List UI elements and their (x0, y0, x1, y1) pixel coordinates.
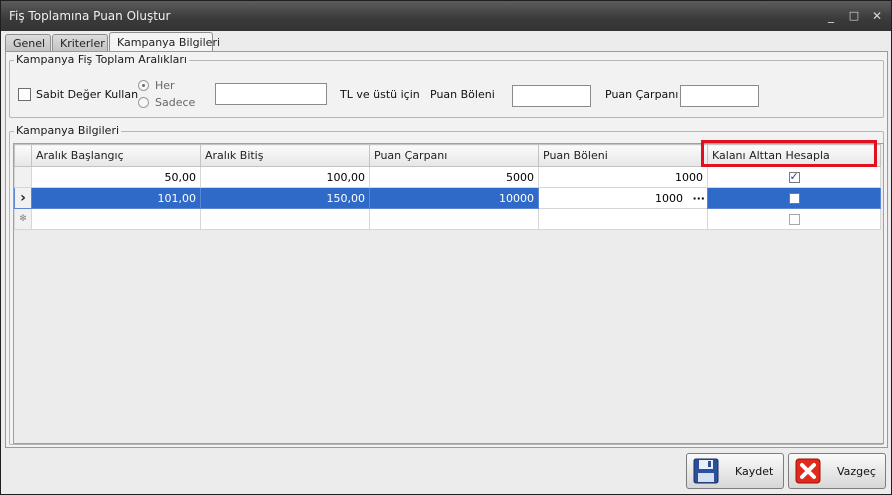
row-indicator-header (14, 144, 32, 167)
floppy-disk-icon (693, 458, 719, 484)
column-header-end[interactable]: Aralık Bitiş (200, 144, 370, 167)
cell-divisor-editing[interactable]: 1000 ··· (538, 187, 708, 209)
save-label: Kaydet (735, 465, 774, 478)
radio-every[interactable] (138, 80, 149, 91)
current-row-indicator[interactable]: › (14, 187, 32, 209)
cell-start[interactable] (31, 208, 201, 230)
cancel-x-icon (795, 458, 821, 484)
cell-multiplier[interactable]: 10000 (369, 187, 539, 209)
divisor-input[interactable] (512, 85, 591, 107)
round-down-checkbox[interactable] (788, 214, 800, 225)
title-bar[interactable]: Fiş Toplamına Puan Oluştur _ □ ✕ (1, 1, 891, 31)
cell-round-down[interactable] (707, 187, 881, 209)
close-icon[interactable]: ✕ (869, 8, 885, 24)
radio-every-label: Her (155, 79, 175, 92)
row-indicator[interactable] (14, 166, 32, 188)
cell-divisor[interactable] (538, 208, 708, 230)
table-row-new[interactable]: ✻ (14, 208, 881, 230)
radio-only[interactable] (138, 97, 149, 108)
new-row-indicator[interactable]: ✻ (14, 208, 32, 230)
ellipsis-button[interactable]: ··· (692, 192, 705, 205)
cell-start[interactable]: 101,00 (31, 187, 201, 209)
table-row[interactable]: 50,00 100,00 5000 1000 (14, 166, 881, 188)
column-header-divisor[interactable]: Puan Böleni (538, 144, 708, 167)
tab-panel: Kampanya Fiş Toplam Aralıkları Sabit Değ… (5, 51, 888, 448)
cell-end[interactable]: 100,00 (200, 166, 370, 188)
dialog-window: Fiş Toplamına Puan Oluştur _ □ ✕ Genel K… (0, 0, 892, 495)
column-header-multiplier[interactable]: Puan Çarpanı (369, 144, 539, 167)
window-title: Fiş Toplamına Puan Oluştur (9, 9, 171, 23)
amount-suffix-label: TL ve üstü için (340, 88, 420, 101)
cell-end[interactable]: 150,00 (200, 187, 370, 209)
multiplier-input[interactable] (680, 85, 759, 107)
cell-start[interactable]: 50,00 (31, 166, 201, 188)
cell-multiplier[interactable] (369, 208, 539, 230)
amount-input[interactable] (215, 83, 327, 105)
highlight-frame (701, 140, 877, 167)
cell-round-down[interactable] (707, 208, 881, 230)
cell-divisor[interactable]: 1000 (538, 166, 708, 188)
save-button[interactable]: Kaydet (686, 453, 784, 489)
fixed-value-label: Sabit Değer Kullan (36, 88, 139, 101)
tab-kampanya-bilgileri[interactable]: Kampanya Bilgileri (109, 32, 220, 53)
tab-genel[interactable]: Genel (5, 34, 51, 52)
cell-multiplier[interactable]: 5000 (369, 166, 539, 188)
tab-kriterler[interactable]: Kriterler (52, 34, 108, 52)
minimize-icon[interactable]: _ (823, 8, 839, 24)
cell-round-down[interactable] (707, 166, 881, 188)
footer-bar: Kaydet Vazgeç (5, 449, 888, 491)
ranges-groupbox: Kampanya Fiş Toplam Aralıkları Sabit Değ… (9, 53, 884, 118)
cell-divisor-value[interactable]: 1000 (655, 192, 683, 205)
round-down-checkbox[interactable] (788, 193, 800, 204)
column-header-start[interactable]: Aralık Başlangıç (31, 144, 201, 167)
campaign-grid[interactable]: Aralık Başlangıç Aralık Bitiş Puan Çarpa… (13, 143, 884, 444)
cell-end[interactable] (200, 208, 370, 230)
round-down-checkbox[interactable] (788, 170, 800, 183)
maximize-icon[interactable]: □ (846, 8, 862, 24)
divisor-label: Puan Böleni (430, 88, 495, 101)
ranges-group-title: Kampanya Fiş Toplam Aralıkları (14, 53, 189, 66)
radio-only-label: Sadece (155, 96, 196, 109)
cancel-label: Vazgeç (837, 465, 876, 478)
cancel-button[interactable]: Vazgeç (788, 453, 886, 489)
multiplier-label: Puan Çarpanı (605, 88, 679, 101)
table-row[interactable]: › 101,00 150,00 10000 1000 ··· (14, 187, 881, 209)
campaign-group-title: Kampanya Bilgileri (14, 124, 122, 137)
fixed-value-checkbox[interactable] (18, 88, 31, 101)
